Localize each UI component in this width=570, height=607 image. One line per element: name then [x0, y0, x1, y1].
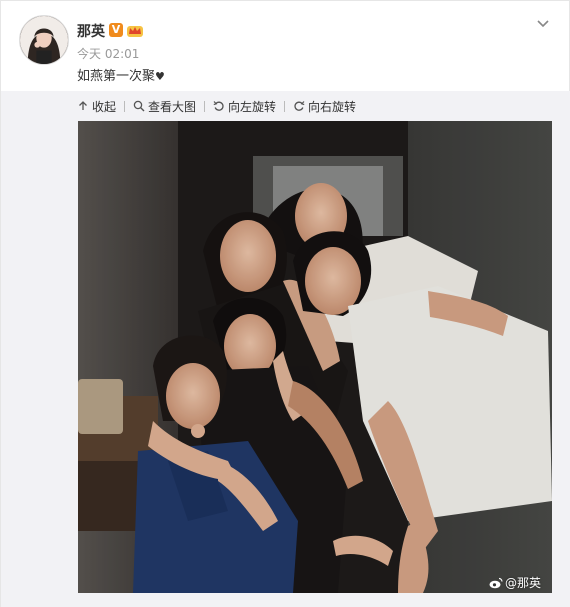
vip-crown-icon	[126, 22, 144, 38]
post-timestamp[interactable]: 今天 02:01	[77, 45, 139, 62]
heart-glyph: ♥	[155, 70, 165, 83]
collapse-label: 收起	[92, 99, 117, 114]
toolbar-divider	[124, 100, 126, 112]
post-text-body: 如燕第一次聚	[77, 69, 156, 84]
verified-badge-icon: V	[109, 23, 123, 37]
arrow-up-icon	[77, 100, 89, 112]
post-text: 如燕第一次聚♥	[77, 65, 165, 84]
rotate-left-label: 向左旋转	[228, 99, 277, 114]
watermark-text: @那英	[504, 576, 541, 590]
rotate-right-label: 向右旋转	[308, 99, 357, 114]
collapse-button[interactable]: 收起	[77, 98, 116, 115]
image-toolbar: 收起 查看大图 向左旋转 向右旋转	[77, 97, 356, 115]
view-large-button[interactable]: 查看大图	[133, 98, 196, 115]
chevron-down-icon[interactable]	[535, 15, 551, 31]
author-name[interactable]: 那英	[77, 21, 105, 41]
toolbar-divider	[284, 100, 286, 112]
rotate-left-button[interactable]: 向左旋转	[213, 98, 276, 115]
rotate-left-icon	[213, 100, 225, 112]
view-large-label: 查看大图	[148, 99, 197, 114]
weibo-post-card: 那英 V 今天 02:01 如燕第一次聚♥ 收起 查看大图 向左旋转 向右旋转 …	[0, 0, 570, 607]
post-photo[interactable]	[78, 121, 552, 593]
rotate-right-button[interactable]: 向右旋转	[293, 98, 356, 115]
photo-watermark: @那英	[489, 574, 541, 591]
toolbar-divider	[204, 100, 206, 112]
author-avatar[interactable]	[19, 15, 69, 65]
weibo-logo-icon	[489, 577, 503, 589]
magnifier-icon	[133, 100, 145, 112]
rotate-right-icon	[293, 100, 305, 112]
